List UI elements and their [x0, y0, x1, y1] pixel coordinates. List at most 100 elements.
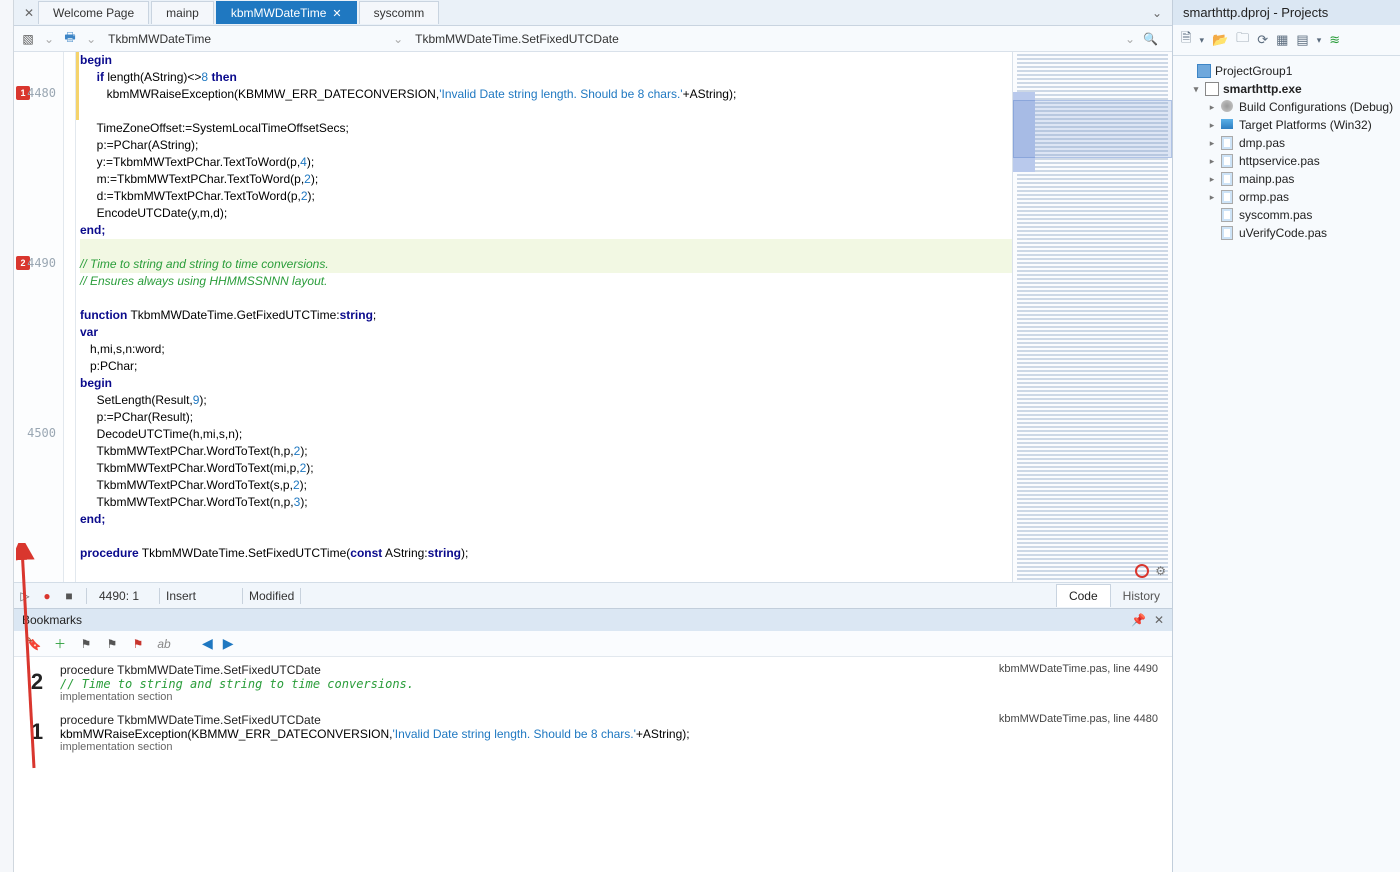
tree-node-icon [1221, 226, 1235, 240]
tree-twist-icon[interactable]: ▾ [1191, 84, 1201, 95]
tab-syscomm[interactable]: syscomm [359, 1, 440, 24]
project-node[interactable]: ▸ mainp.pas [1177, 170, 1396, 188]
tree-node-label: mainp.pas [1239, 172, 1294, 186]
navigation-bar: ▧ ⌄ 🖶 ⌄ TkbmMWDateTime ⌄ TkbmMWDateTime.… [14, 26, 1172, 52]
tab-mainp[interactable]: mainp [151, 1, 214, 24]
dropdown-icon[interactable]: ⌄ [86, 32, 96, 46]
project-node[interactable]: ▾smarthttp.exe [1177, 80, 1396, 98]
add-bookmark-icon[interactable]: ＋ [52, 635, 68, 652]
insert-mode[interactable]: Insert [166, 589, 236, 603]
tree-node-icon [1221, 136, 1235, 150]
tree-twist-icon[interactable]: ▸ [1207, 192, 1217, 203]
tree-twist-icon[interactable]: ▸ [1207, 102, 1217, 113]
close-tab-icon[interactable]: ✕ [20, 6, 38, 20]
settings-icon[interactable]: ⚙ [1155, 564, 1166, 578]
bookmark-flag3-icon[interactable]: ⚑ [104, 637, 120, 651]
run-icon[interactable]: ▷ [14, 589, 36, 603]
dropdown-icon[interactable]: ⌄ [393, 32, 403, 46]
bookmark-code: kbmMWRaiseException(KBMMW_ERR_DATECONVER… [60, 727, 985, 741]
tree-twist-icon[interactable]: ▸ [1207, 120, 1217, 131]
record-icon[interactable]: ● [36, 589, 58, 603]
bookmark-item[interactable]: 2 procedure TkbmMWDateTime.SetFixedUTCDa… [28, 663, 1158, 703]
tree-node-icon [1221, 172, 1235, 186]
tree-twist-icon[interactable]: ▸ [1207, 156, 1217, 167]
bookmarks-toolbar: 🔖 ＋ ⚑ ⚑ ⚑ ab ◀ ▶ [14, 631, 1172, 657]
dropdown-icon[interactable]: ⌄ [1125, 32, 1135, 46]
view-tab-history[interactable]: History [1111, 585, 1172, 607]
projects-tree[interactable]: ProjectGroup1 ▾smarthttp.exe▸Build Config… [1173, 56, 1400, 248]
pin-icon[interactable]: 📌 [1131, 613, 1146, 627]
code-line: end; [80, 512, 105, 526]
dropdown-icon[interactable]: ⌄ [44, 32, 54, 46]
code-line: p:=PChar(Result); [80, 410, 193, 424]
project-node[interactable]: ProjectGroup1 [1177, 62, 1396, 80]
code-comment: // Time to string and string to time con… [80, 257, 329, 271]
toolbar-icon[interactable]: ▤ [1296, 32, 1308, 48]
bookmark-number: 2 [28, 669, 46, 695]
print-icon[interactable]: 🖶 [62, 31, 78, 47]
tree-node-label: syscomm.pas [1239, 208, 1312, 222]
search-icon[interactable]: 🔍 [1143, 32, 1158, 46]
close-panel-icon[interactable]: ✕ [1154, 613, 1164, 627]
nav-member[interactable]: TkbmMWDateTime.SetFixedUTCDate [411, 32, 623, 46]
code-line: begin [80, 376, 112, 390]
project-node[interactable]: ▸ ormp.pas [1177, 188, 1396, 206]
tree-node-icon [1197, 64, 1211, 78]
minimap-viewport[interactable] [1013, 100, 1172, 158]
code-editor[interactable]: begin if length(AString)<>8 then kbmMWRa… [76, 52, 1012, 582]
tree-node-label: ormp.pas [1239, 190, 1289, 204]
dropdown-icon[interactable]: ▾ [1317, 35, 1322, 46]
prev-bookmark-icon[interactable]: ◀ [202, 635, 213, 652]
tree-twist-icon[interactable]: ▸ [1207, 174, 1217, 185]
tab-kbmmwdatetime[interactable]: kbmMWDateTime ✕ [216, 1, 357, 24]
bookmark-location: kbmMWDateTime.pas, line 4490 [999, 663, 1158, 675]
toolbar-icon[interactable]: 🗀 [1236, 29, 1249, 51]
toolbar-icon[interactable]: 🗎 [1181, 29, 1191, 51]
stop-icon[interactable]: ■ [58, 589, 80, 603]
project-node[interactable]: ▸dmp.pas [1177, 134, 1396, 152]
tab-close-icon[interactable]: ✕ [332, 7, 341, 20]
line-number: 4500 [14, 426, 60, 440]
tree-node-icon [1221, 190, 1235, 204]
bookmark-item[interactable]: 1 procedure TkbmMWDateTime.SetFixedUTCDa… [28, 713, 1158, 753]
fold-column [64, 52, 76, 582]
toolbar-icon[interactable]: ▦ [1276, 32, 1288, 48]
project-node[interactable]: uVerifyCode.pas [1177, 224, 1396, 242]
bookmark-flag2-icon[interactable]: ⚑ [78, 637, 94, 651]
bookmark-code: // Time to string and string to time con… [60, 677, 985, 691]
tabs-overflow-icon[interactable]: ⌄ [1152, 6, 1162, 20]
bookmark-flag-icon[interactable]: 🔖 [26, 637, 42, 651]
project-node[interactable]: ▸ httpservice.pas [1177, 152, 1396, 170]
bookmark-number: 1 [28, 719, 46, 745]
projects-toolbar: 🗎 ▾ 📂 🗀 ⟳ ▦ ▤ ▾ ≋ [1173, 25, 1400, 56]
refresh-icon[interactable]: ⟳ [1257, 32, 1268, 48]
project-node[interactable]: syscomm.pas [1177, 206, 1396, 224]
ab-label[interactable]: ab [156, 637, 172, 651]
delete-bookmark-icon[interactable]: ⚑ [130, 637, 146, 651]
code-string: 'Invalid Date string length. Should be 8… [439, 87, 682, 101]
project-node[interactable]: ▸Build Configurations (Debug) [1177, 98, 1396, 116]
view-tab-code[interactable]: Code [1056, 584, 1111, 607]
tab-welcome[interactable]: Welcome Page [38, 1, 149, 24]
project-node[interactable]: ▸Target Platforms (Win32) [1177, 116, 1396, 134]
toolbar-icon[interactable]: 📂 [1212, 32, 1228, 48]
code-line: var [80, 325, 98, 339]
module-icon[interactable]: ▧ [20, 31, 36, 47]
projects-title: smarthttp.dproj - Projects [1173, 0, 1400, 25]
minimap[interactable]: document.write(Array.from({length:140}).… [1012, 52, 1172, 582]
code-line: h,mi,s,n:word; [80, 342, 165, 356]
line-number: 4490 [14, 256, 60, 270]
next-bookmark-icon[interactable]: ▶ [223, 635, 234, 652]
tree-node-label: httpservice.pas [1239, 154, 1320, 168]
dropdown-icon[interactable]: ▾ [1199, 35, 1204, 46]
tab-label: kbmMWDateTime [231, 6, 327, 20]
record-macro-icon[interactable] [1135, 564, 1149, 578]
bookmark-section: implementation section [60, 691, 985, 703]
line-number: 4480 [14, 86, 60, 100]
tree-twist-icon[interactable]: ▸ [1207, 138, 1217, 149]
tree-node-label: ProjectGroup1 [1215, 64, 1292, 78]
toolbar-icon[interactable]: ≋ [1329, 32, 1340, 48]
tab-label: mainp [166, 6, 199, 20]
bookmarks-panel: Bookmarks 📌 ✕ 🔖 ＋ ⚑ ⚑ ⚑ ab ◀ ▶ [14, 608, 1172, 872]
nav-unit[interactable]: TkbmMWDateTime [104, 32, 215, 46]
